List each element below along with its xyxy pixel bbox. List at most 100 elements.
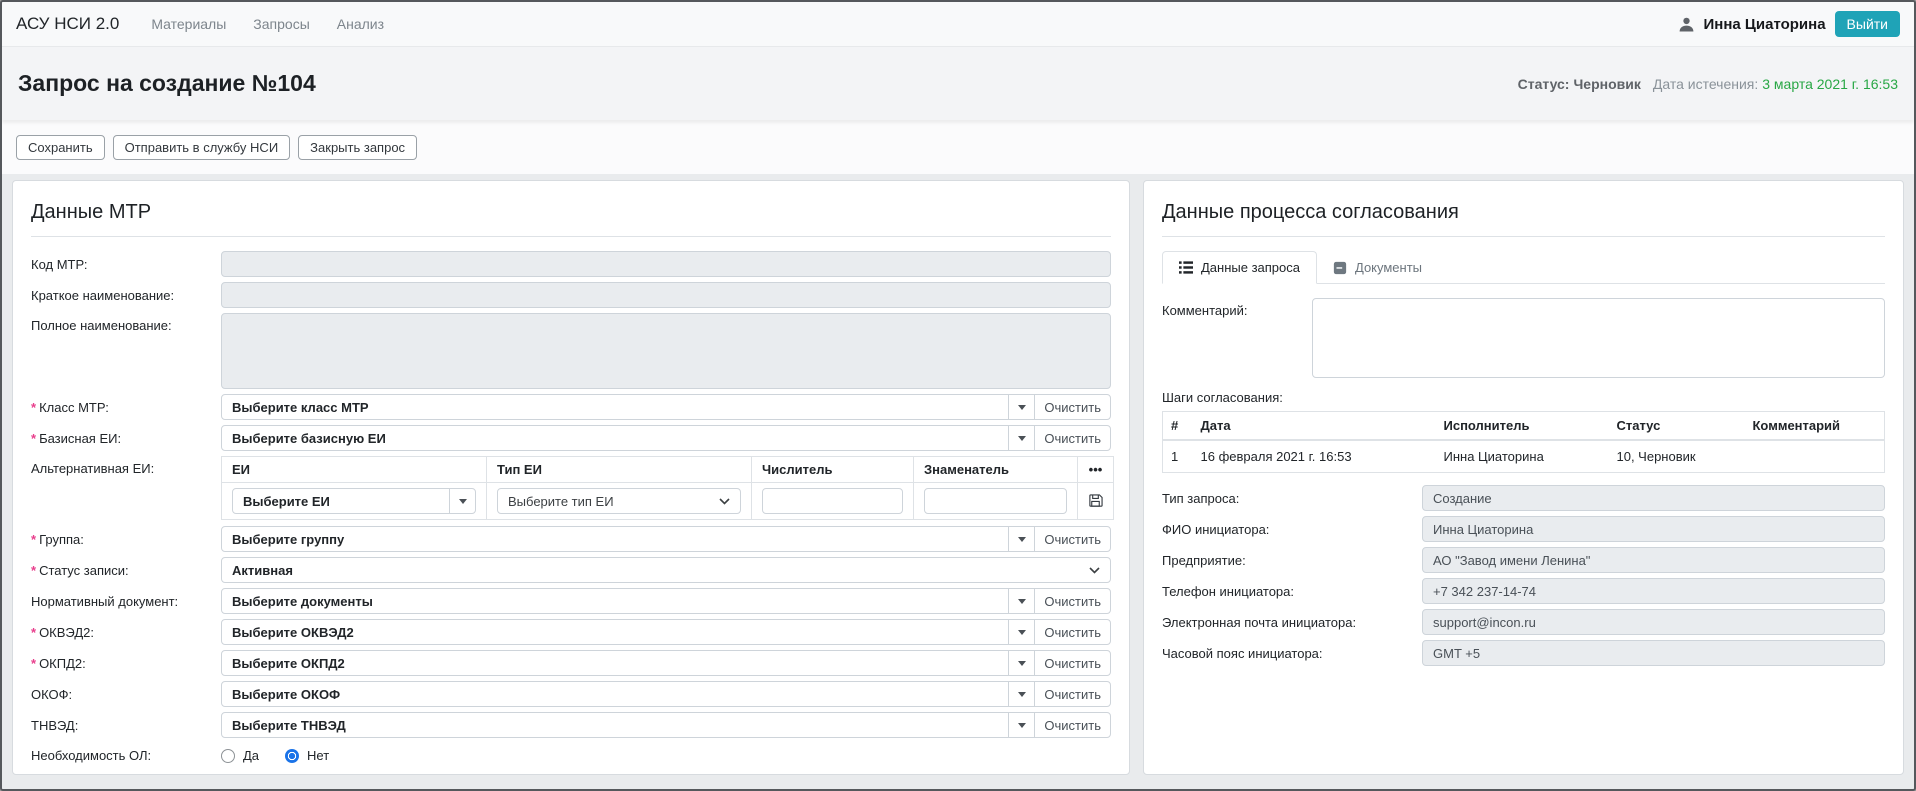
- base-ei-clear-button[interactable]: Очистить: [1034, 425, 1111, 451]
- alt-ei-caret-button[interactable]: [449, 488, 476, 514]
- record-status-label: Статус записи:: [39, 563, 129, 578]
- required-asterisk: *: [31, 563, 36, 578]
- group-dropdown[interactable]: Выберите группу: [221, 526, 1009, 552]
- form-row-mtr-code: Код МТР:: [31, 251, 1111, 277]
- group-clear-button[interactable]: Очистить: [1034, 526, 1111, 552]
- app-brand[interactable]: АСУ НСИ 2.0: [16, 14, 119, 34]
- nav-item-materials[interactable]: Материалы: [151, 16, 226, 32]
- nav-item-requests[interactable]: Запросы: [253, 16, 309, 32]
- short-name-field: [221, 282, 1111, 308]
- norm-doc-dropdown[interactable]: Выберите документы: [221, 588, 1009, 614]
- form-row-enterprise: Предприятие: АО "Завод имени Ленина": [1162, 547, 1885, 573]
- group-caret-button[interactable]: [1008, 526, 1035, 552]
- ol-option-yes[interactable]: Да: [221, 748, 259, 763]
- main-nav: Материалы Запросы Анализ: [151, 16, 384, 32]
- close-request-button[interactable]: Закрыть запрос: [298, 135, 417, 160]
- norm-doc-caret-button[interactable]: [1008, 588, 1035, 614]
- okved2-dropdown[interactable]: Выберите ОКВЭД2: [221, 619, 1009, 645]
- ol-option-no[interactable]: Нет: [285, 748, 329, 763]
- caret-down-icon: [459, 499, 467, 504]
- record-status-select[interactable]: Активная: [221, 557, 1111, 583]
- norm-doc-clear-button[interactable]: Очистить: [1034, 588, 1111, 614]
- alt-ei-col-denominator: Знаменатель: [914, 457, 1078, 483]
- required-asterisk: *: [31, 656, 36, 671]
- tnved-dropdown[interactable]: Выберите ТНВЭД: [221, 712, 1009, 738]
- okpd2-caret-button[interactable]: [1008, 650, 1035, 676]
- mtr-class-caret-button[interactable]: [1008, 394, 1035, 420]
- nav-item-analysis[interactable]: Анализ: [337, 16, 384, 32]
- form-row-group: *Группа: Выберите группу Очистить: [31, 526, 1111, 552]
- okpd2-dropdown[interactable]: Выберите ОКПД2: [221, 650, 1009, 676]
- caret-down-icon: [1018, 661, 1026, 666]
- initiator-timezone-field: GMT +5: [1422, 640, 1885, 666]
- alt-ei-type-select[interactable]: Выберите тип ЕИ: [497, 488, 741, 514]
- okved2-clear-button[interactable]: Очистить: [1034, 619, 1111, 645]
- save-button[interactable]: Сохранить: [16, 135, 105, 160]
- tnved-caret-button[interactable]: [1008, 712, 1035, 738]
- alt-ei-col-type: Тип ЕИ: [487, 457, 752, 483]
- step-number: 1: [1163, 440, 1193, 473]
- tab-request-data[interactable]: Данные запроса: [1162, 251, 1317, 284]
- initiator-email-field: support@incon.ru: [1422, 609, 1885, 635]
- form-row-okved2: *ОКВЭД2: Выберите ОКВЭД2 Очистить: [31, 619, 1111, 645]
- base-ei-caret-button[interactable]: [1008, 425, 1035, 451]
- save-row-button[interactable]: [1085, 491, 1106, 510]
- user-name: Инна Циаторина: [1704, 16, 1826, 33]
- caret-down-icon: [1018, 692, 1026, 697]
- form-row-ol: Необходимость ОЛ: Да Нет: [31, 748, 1111, 763]
- full-name-label: Полное наименование:: [31, 313, 221, 333]
- radio-checked-icon[interactable]: [285, 749, 299, 763]
- steps-col-date: Дата: [1193, 412, 1436, 441]
- form-row-initiator-timezone: Часовой пояс инициатора: GMT +5: [1162, 640, 1885, 666]
- alt-ei-dropdown[interactable]: Выберите ЕИ: [232, 488, 450, 514]
- chevron-down-icon: [719, 498, 730, 505]
- required-asterisk: *: [31, 625, 36, 640]
- form-row-record-status: *Статус записи: Активная: [31, 557, 1111, 583]
- ol-radio-group: Да Нет: [221, 748, 1111, 763]
- radio-unchecked-icon[interactable]: [221, 749, 235, 763]
- status-badge: Черновик: [1573, 76, 1640, 92]
- approval-steps-table: # Дата Исполнитель Статус Комментарий 1 …: [1162, 411, 1885, 473]
- step-status: 10, Черновик: [1609, 440, 1745, 473]
- user-icon: [1678, 16, 1695, 33]
- comment-label: Комментарий:: [1162, 298, 1312, 318]
- request-type-label: Тип запроса:: [1162, 491, 1422, 506]
- base-ei-dropdown[interactable]: Выберите базисную ЕИ: [221, 425, 1009, 451]
- form-row-initiator-email: Электронная почта инициатора: support@in…: [1162, 609, 1885, 635]
- mtr-class-clear-button[interactable]: Очистить: [1034, 394, 1111, 420]
- tnved-label: ТНВЭД:: [31, 718, 221, 733]
- list-icon: [1179, 261, 1193, 274]
- steps-col-status: Статус: [1609, 412, 1745, 441]
- okof-clear-button[interactable]: Очистить: [1034, 681, 1111, 707]
- short-name-label: Краткое наименование:: [31, 288, 221, 303]
- expiry-label: Дата истечения:: [1653, 76, 1758, 92]
- comment-textarea[interactable]: [1312, 298, 1885, 378]
- mtr-code-field: [221, 251, 1111, 277]
- tnved-clear-button[interactable]: Очистить: [1034, 712, 1111, 738]
- send-to-nsi-button[interactable]: Отправить в службу НСИ: [113, 135, 291, 160]
- expiry-date: 3 марта 2021 г. 16:53: [1762, 76, 1898, 92]
- okof-dropdown[interactable]: Выберите ОКОФ: [221, 681, 1009, 707]
- okved2-caret-button[interactable]: [1008, 619, 1035, 645]
- chevron-down-icon: [1089, 567, 1100, 574]
- logout-button[interactable]: Выйти: [1835, 11, 1900, 37]
- full-name-textarea: [221, 313, 1111, 389]
- enterprise-label: Предприятие:: [1162, 553, 1422, 568]
- alt-ei-row: Выберите ЕИ Выберите тип ЕИ: [222, 483, 1114, 520]
- browser-window: АСУ НСИ 2.0 Материалы Запросы Анализ Инн…: [0, 0, 1916, 791]
- required-asterisk: *: [31, 431, 36, 446]
- steps-col-number: #: [1163, 412, 1193, 441]
- divider: [31, 236, 1111, 237]
- numerator-input[interactable]: [762, 488, 903, 514]
- tab-documents[interactable]: Документы: [1317, 251, 1438, 284]
- alt-ei-col-ei: ЕИ: [222, 457, 487, 483]
- alt-ei-table: ЕИ Тип ЕИ Числитель Знаменатель •••: [221, 456, 1114, 520]
- initiator-name-label: ФИО инициатора:: [1162, 522, 1422, 537]
- denominator-input[interactable]: [924, 488, 1067, 514]
- norm-doc-label: Нормативный документ:: [31, 594, 221, 609]
- okpd2-clear-button[interactable]: Очистить: [1034, 650, 1111, 676]
- step-comment: [1745, 440, 1885, 473]
- step-executor: Инна Циаторина: [1436, 440, 1609, 473]
- okof-caret-button[interactable]: [1008, 681, 1035, 707]
- mtr-class-dropdown[interactable]: Выберите класс МТР: [221, 394, 1009, 420]
